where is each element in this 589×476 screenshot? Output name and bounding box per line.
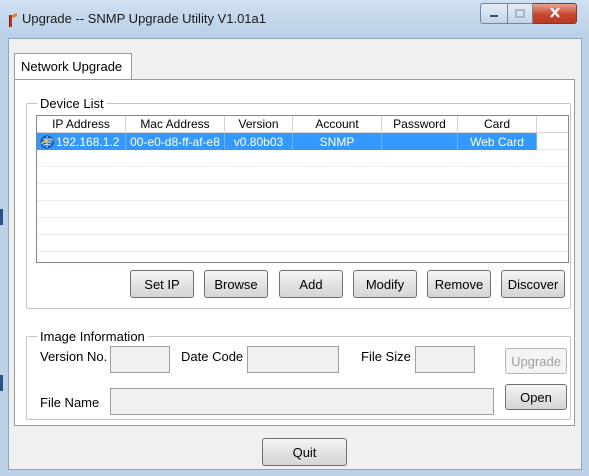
column-header-version[interactable]: Version <box>225 116 293 133</box>
quit-button[interactable]: Quit <box>262 438 347 466</box>
cell-mac: 00-e0-d8-ff-af-e8 <box>126 133 225 150</box>
browse-button[interactable]: Browse <box>204 270 268 298</box>
discover-button[interactable]: Discover <box>501 270 565 298</box>
file-size-field <box>415 346 475 373</box>
ip-address: 192.168.1.2 <box>56 134 120 149</box>
minimize-icon <box>489 6 499 21</box>
add-button[interactable]: Add <box>279 270 343 298</box>
cell-ip: 192.168.1.2 <box>37 133 126 150</box>
table-row-empty <box>37 218 568 235</box>
table-row-empty <box>37 150 568 167</box>
device-list-legend: Device List <box>37 96 107 111</box>
date-code-field <box>247 346 339 373</box>
tab-label: Network Upgrade <box>21 59 123 74</box>
column-header-password[interactable]: Password <box>382 116 458 133</box>
window-edge-marker <box>0 209 3 225</box>
file-size-label: File Size <box>361 349 411 364</box>
device-list[interactable]: IP Address Mac Address Version Account P… <box>36 115 569 263</box>
app-window: Upgrade -- SNMP Upgrade Utility V1.01a1 … <box>0 0 589 476</box>
set-ip-button[interactable]: Set IP <box>130 270 194 298</box>
window-edge-marker <box>0 375 3 391</box>
column-header-mac[interactable]: Mac Address <box>126 116 225 133</box>
open-button[interactable]: Open <box>505 384 567 410</box>
version-no-field <box>110 346 170 373</box>
cell-card: Web Card <box>458 133 537 150</box>
upgrade-button[interactable]: Upgrade <box>505 348 567 374</box>
column-header-account[interactable]: Account <box>293 116 382 133</box>
minimize-button[interactable] <box>480 3 508 24</box>
image-information-legend: Image Information <box>37 329 148 344</box>
cell-version: v0.80b03 <box>225 133 293 150</box>
cell-account: SNMP <box>293 133 382 150</box>
maximize-icon <box>515 6 525 21</box>
column-header-filler <box>537 116 568 133</box>
column-header-ip[interactable]: IP Address <box>37 116 126 133</box>
remove-button[interactable]: Remove <box>427 270 491 298</box>
tab-network-upgrade[interactable]: Network Upgrade <box>14 53 132 79</box>
window-title: Upgrade -- SNMP Upgrade Utility V1.01a1 <box>22 11 266 26</box>
date-code-label: Date Code <box>181 349 244 364</box>
table-row-empty <box>37 235 568 252</box>
caption-buttons <box>480 3 577 24</box>
cell-password <box>382 133 458 150</box>
file-name-label: File Name <box>40 395 100 410</box>
table-row-empty <box>37 184 568 201</box>
modify-button[interactable]: Modify <box>353 270 417 298</box>
version-no-label: Version No. <box>40 349 108 364</box>
maximize-button[interactable] <box>508 3 533 24</box>
table-row[interactable]: 192.168.1.2 00-e0-d8-ff-af-e8 v0.80b03 S… <box>37 133 568 150</box>
close-icon <box>549 6 561 21</box>
title-bar[interactable]: Upgrade -- SNMP Upgrade Utility V1.01a1 <box>0 0 589 38</box>
file-name-field <box>110 388 494 415</box>
network-device-icon <box>40 135 54 149</box>
upgrade-app-icon <box>8 12 18 28</box>
table-row-empty <box>37 201 568 218</box>
column-header-card[interactable]: Card <box>458 116 537 133</box>
close-button[interactable] <box>533 3 577 24</box>
table-row-empty <box>37 167 568 184</box>
